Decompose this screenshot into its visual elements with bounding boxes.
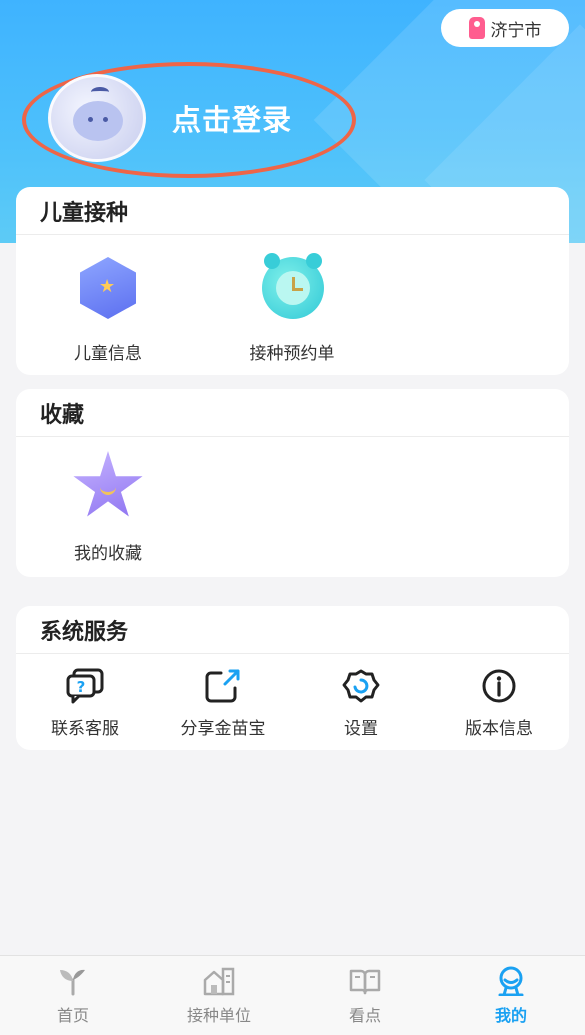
tab-highlights-label: 看点 <box>348 1006 381 1025</box>
chat-question-icon: ? <box>66 668 104 704</box>
contact-support-button[interactable]: ? 联系客服 <box>16 668 154 739</box>
star-icon <box>72 451 144 523</box>
favorites-card: 收藏 我的收藏 <box>16 389 569 577</box>
medal-star-icon: ★ <box>72 251 144 323</box>
version-info-button[interactable]: 版本信息 <box>430 668 568 739</box>
gear-icon <box>342 669 380 703</box>
tab-highlights[interactable]: 看点 <box>310 966 420 1026</box>
settings-label: 设置 <box>344 719 378 739</box>
children-vaccination-card: 儿童接种 ★ 儿童信息 接种预约单 <box>16 187 569 375</box>
tab-mine[interactable]: 我的 <box>456 966 566 1026</box>
tab-vaccination-units-label: 接种单位 <box>186 1006 251 1025</box>
settings-button[interactable]: 设置 <box>292 668 430 739</box>
svg-text:?: ? <box>77 678 86 696</box>
children-info-label: 儿童信息 <box>74 344 142 364</box>
alarm-clock-icon <box>256 251 328 323</box>
city-label: 济宁市 <box>490 20 542 41</box>
section-title: 儿童接种 <box>16 187 569 235</box>
children-info-button[interactable]: ★ 儿童信息 <box>58 251 158 364</box>
avatar[interactable] <box>48 74 146 162</box>
tab-mine-label: 我的 <box>494 1006 527 1025</box>
location-tag-icon <box>468 17 485 39</box>
bottom-tab-bar: 首页 接种单位 看点 我的 <box>0 955 585 1035</box>
avatar-face <box>73 101 123 141</box>
section-title: 收藏 <box>16 389 569 437</box>
sprout-icon <box>91 87 109 97</box>
city-selector[interactable]: 济宁市 <box>441 9 569 47</box>
share-app-button[interactable]: 分享金苗宝 <box>154 668 292 739</box>
version-info-label: 版本信息 <box>465 719 533 739</box>
section-title: 系统服务 <box>16 606 569 654</box>
tab-vaccination-units[interactable]: 接种单位 <box>164 966 274 1026</box>
building-icon <box>203 967 235 996</box>
my-favorites-button[interactable]: 我的收藏 <box>58 451 158 564</box>
info-icon <box>482 669 516 703</box>
login-link[interactable]: 点击登录 <box>172 97 292 139</box>
share-app-label: 分享金苗宝 <box>180 719 266 739</box>
my-favorites-label: 我的收藏 <box>74 544 142 564</box>
sprout-icon <box>60 969 85 996</box>
tab-home[interactable]: 首页 <box>18 966 128 1026</box>
book-icon <box>349 969 381 995</box>
share-icon <box>205 669 240 703</box>
appointment-list-button[interactable]: 接种预约单 <box>237 251 347 364</box>
profile-icon <box>498 966 524 996</box>
appointment-list-label: 接种预约单 <box>249 344 335 364</box>
tab-home-label: 首页 <box>56 1006 89 1025</box>
contact-support-label: 联系客服 <box>51 719 119 739</box>
